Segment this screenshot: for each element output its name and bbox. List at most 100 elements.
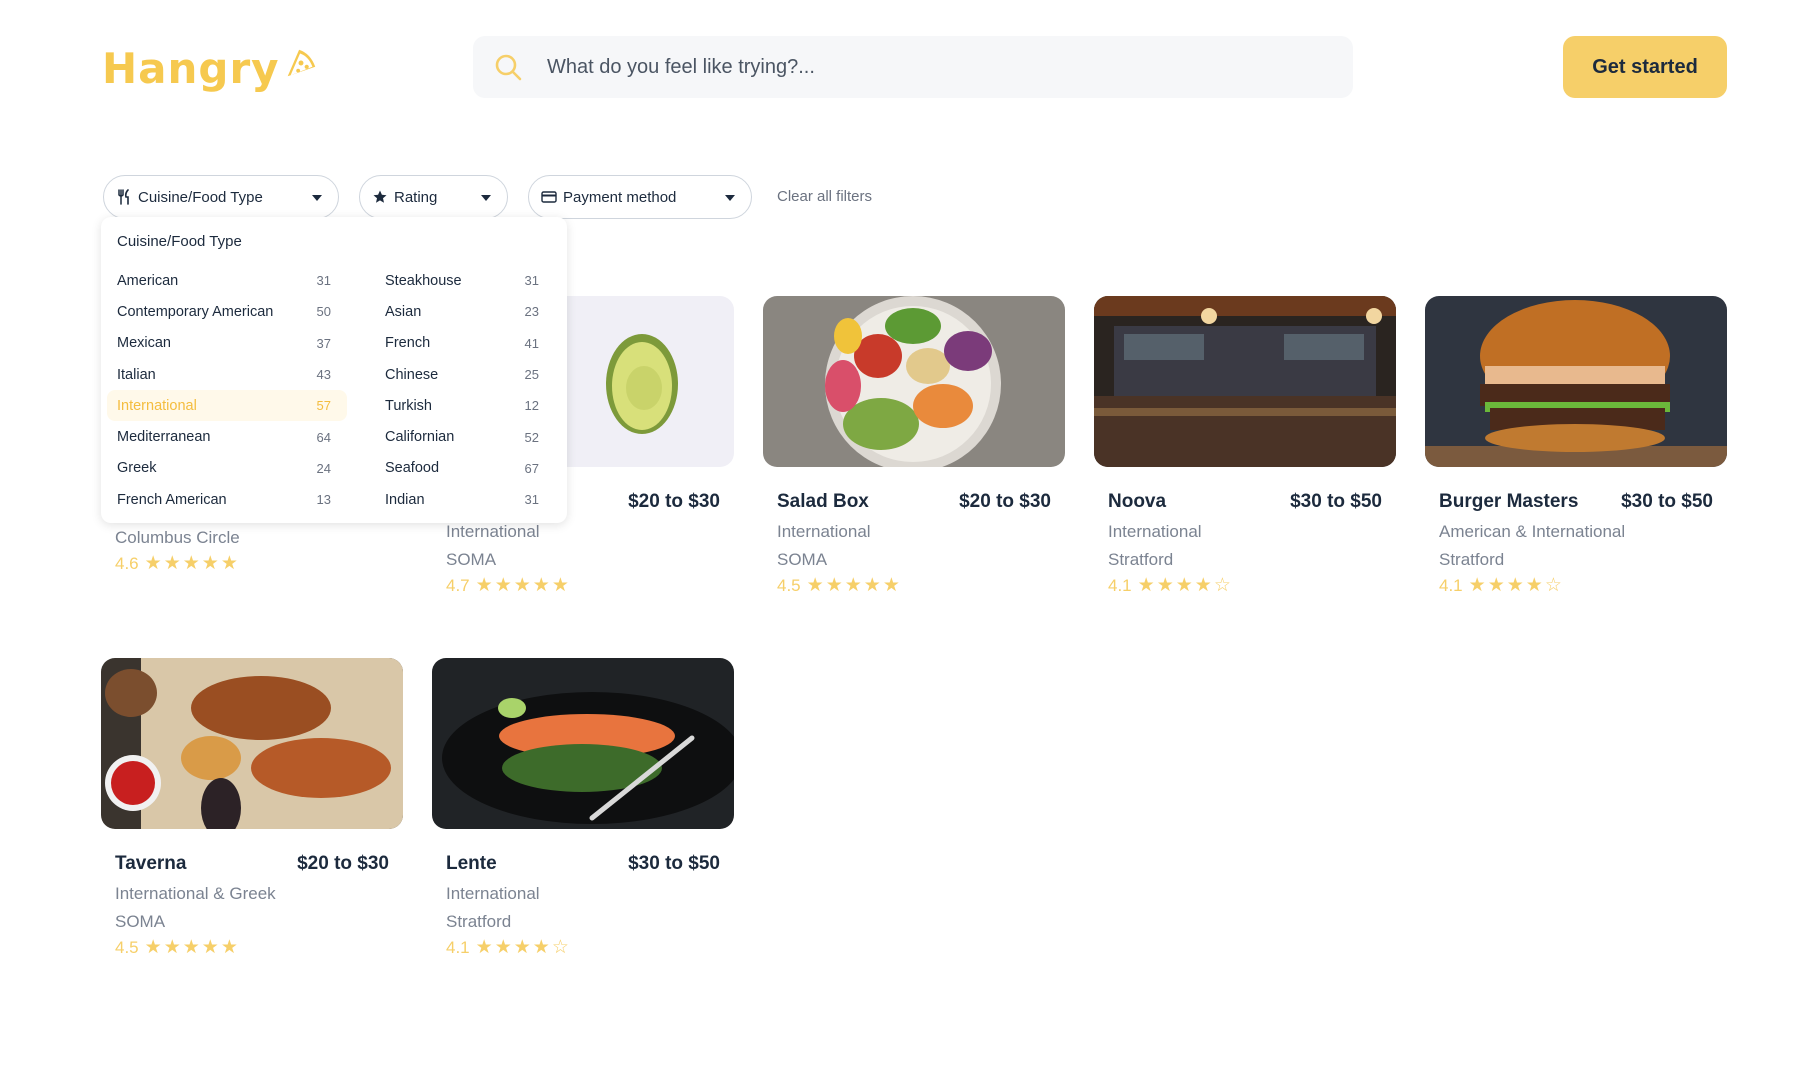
dropdown-item[interactable]: Contemporary American 50 [107,296,347,327]
item-label: Turkish [385,397,432,414]
star-filled-icon: ★ [1506,575,1524,596]
star-filled-icon: ★ [806,575,824,596]
restaurant-rating: 4.6 ★ ★ ★ ★ ★ [101,554,403,574]
cuisine-dropdown: Cuisine/Food Type American 31 Contemporar… [101,217,567,523]
dropdown-item-selected[interactable]: International 57 [107,390,347,422]
restaurant-card[interactable]: Noova $30 to $50 International Stratford… [1094,296,1396,596]
star-filled-icon: ★ [182,937,200,958]
item-count: 31 [524,492,539,508]
star-filled-icon: ★ [1175,575,1193,596]
clear-filters-link[interactable]: Clear all filters [777,188,872,205]
rating-filter-button[interactable]: Rating [359,175,508,219]
search-bar [473,36,1353,98]
item-label: Seafood [385,460,440,477]
dropdown-item[interactable]: Asian 23 [375,296,555,327]
item-count: 64 [316,429,331,445]
star-filled-icon: ★ [475,575,493,596]
star-filled-icon: ★ [1487,575,1505,596]
item-count: 12 [524,398,539,414]
item-label: International [117,397,197,414]
restaurant-cuisine: International [777,522,871,541]
star-empty-icon: ☆ [1213,575,1231,596]
star-filled-icon: ★ [144,937,162,958]
dropdown-item[interactable]: Steakhouse 31 [375,265,555,296]
star-filled-icon: ★ [513,937,531,958]
restaurant-cuisine: International [446,884,540,903]
chevron-down-icon [312,195,322,201]
star-empty-icon: ☆ [1544,575,1562,596]
payment-filter-button[interactable]: Payment method [528,175,752,219]
dropdown-item[interactable]: French American 13 [107,484,347,515]
item-label: Steakhouse [385,272,462,289]
item-label: Mediterranean [117,429,211,446]
item-count: 31 [316,273,331,289]
item-label: Mexican [117,335,171,352]
restaurant-name: Burger Masters [1439,491,1579,512]
dropdown-item[interactable]: Californian 52 [375,421,555,452]
dropdown-item[interactable]: Seafood 67 [375,453,555,484]
restaurant-rating: 4.1 ★ ★ ★ ★ ☆ [1425,576,1727,596]
restaurant-image [432,658,734,829]
dropdown-item[interactable]: Mediterranean 64 [107,421,347,452]
dropdown-column-left: American 31 Contemporary American 50 Mexic… [107,265,347,515]
item-count: 37 [316,335,331,351]
star-filled-icon: ★ [494,575,512,596]
dropdown-item[interactable]: Mexican 37 [107,328,347,359]
dropdown-item[interactable]: Indian 31 [375,484,555,515]
restaurant-image [101,658,403,829]
pizza-slice-icon [287,49,315,77]
restaurant-price: $20 to $30 [628,491,720,512]
rating-value: 4.1 [446,938,470,957]
item-count: 24 [316,460,331,476]
item-label: French American [117,491,227,508]
search-icon [495,54,522,81]
star-filled-icon: ★ [182,553,200,574]
item-label: Asian [385,303,422,320]
dropdown-item[interactable]: French 41 [375,328,555,359]
rating-stars: ★ ★ ★ ★ ★ [145,938,240,958]
restaurant-cuisine: International & Greek [115,884,276,903]
dropdown-title: Cuisine/Food Type [117,233,242,250]
restaurant-neighborhood: Stratford [446,912,512,931]
restaurant-card[interactable]: Lente $30 to $50 International Stratford… [432,658,734,958]
rating-stars: ★ ★ ★ ★ ☆ [1138,576,1233,596]
cuisine-filter-button[interactable]: Cuisine/Food Type [103,175,339,219]
restaurant-image [1425,296,1727,467]
restaurant-neighborhood: SOMA [777,550,828,569]
rating-value: 4.1 [1439,576,1463,595]
star-filled-icon: ★ [163,937,181,958]
restaurant-card[interactable]: Burger Masters $30 to $50 American & Int… [1425,296,1727,596]
get-started-button[interactable]: Get started [1563,36,1727,98]
rating-stars: ★ ★ ★ ★ ☆ [476,938,571,958]
dropdown-item[interactable]: Greek 24 [107,453,347,484]
restaurant-price: $30 to $50 [1621,491,1713,512]
dropdown-column-right: Steakhouse 31 Asian 23 French 41 Chinese 25 … [375,265,555,515]
rating-stars: ★ ★ ★ ★ ★ [476,576,571,596]
restaurant-name: Lente [446,853,497,874]
restaurant-card[interactable]: Taverna $20 to $30 International & Greek… [101,658,403,958]
restaurant-rating: 4.1 ★ ★ ★ ★ ☆ [1094,576,1396,596]
item-count: 41 [524,335,539,351]
dropdown-item[interactable]: Chinese 25 [375,359,555,390]
item-label: Californian [385,429,455,446]
restaurant-neighborhood: Stratford [1439,550,1505,569]
item-count: 13 [316,492,331,508]
search-input[interactable] [547,55,1307,79]
star-filled-icon: ★ [863,575,881,596]
dropdown-item[interactable]: Italian 43 [107,359,347,390]
cuisine-filter-label: Cuisine/Food Type [138,188,263,206]
logo-text: Hangry [102,43,280,93]
chevron-down-icon [481,195,491,201]
item-label: Indian [385,491,425,508]
restaurant-neighborhood: SOMA [115,912,166,931]
star-icon [373,190,387,203]
payment-filter-label: Payment method [563,188,677,206]
rating-value: 4.7 [446,576,470,595]
item-label: American [117,272,179,289]
rating-value: 4.1 [1108,576,1132,595]
dropdown-item[interactable]: Turkish 12 [375,390,555,421]
logo[interactable]: Hangry [102,38,320,98]
restaurant-card[interactable]: Salad Box $20 to $30 International SOMA … [763,296,1065,596]
rating-value: 4.5 [777,576,801,595]
dropdown-item[interactable]: American 31 [107,265,347,296]
